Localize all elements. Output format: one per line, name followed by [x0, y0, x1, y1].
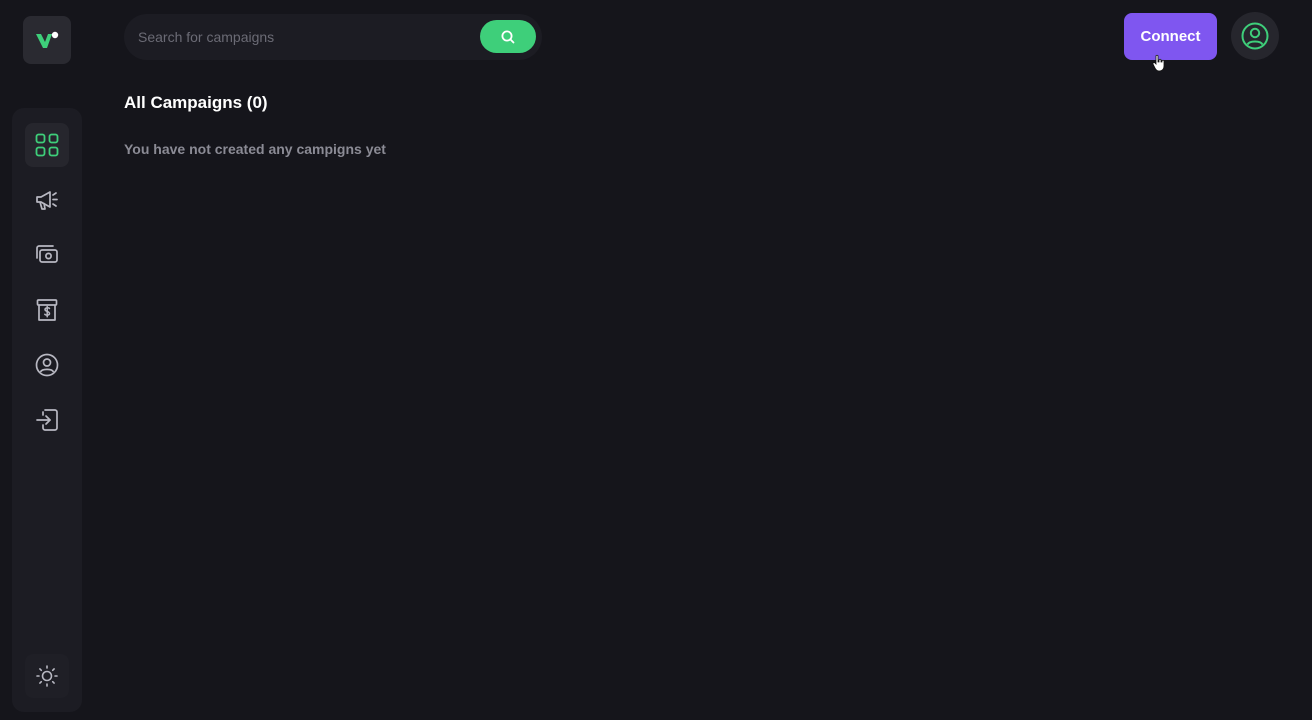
- user-circle-icon: [1241, 22, 1269, 50]
- logout-icon: [36, 409, 58, 431]
- app: Connect: [0, 0, 1312, 720]
- logo-icon: [36, 31, 59, 48]
- sidebar: [12, 108, 82, 712]
- money-icon: [36, 245, 58, 263]
- sidebar-item-store[interactable]: [25, 288, 69, 332]
- app-logo[interactable]: [23, 16, 71, 64]
- connect-button[interactable]: Connect: [1124, 13, 1217, 60]
- theme-toggle-button[interactable]: [25, 654, 69, 698]
- megaphone-icon: [36, 191, 58, 210]
- sidebar-item-payments[interactable]: [25, 233, 69, 277]
- store-dollar-icon: [36, 299, 58, 321]
- user-circle-icon: [35, 353, 59, 377]
- sun-icon: [36, 665, 58, 687]
- search-bar: [124, 14, 542, 60]
- page-title: All Campaigns (0): [124, 93, 268, 112]
- sidebar-item-profile[interactable]: [25, 343, 69, 387]
- sidebar-item-logout[interactable]: [25, 398, 69, 442]
- search-icon: [501, 30, 515, 43]
- empty-state-message: You have not created any campigns yet: [124, 141, 386, 157]
- search-button[interactable]: [480, 20, 536, 53]
- user-avatar-button[interactable]: [1231, 12, 1279, 60]
- sidebar-item-campaigns[interactable]: [25, 178, 69, 222]
- sidebar-item-dashboard[interactable]: [25, 123, 69, 167]
- dashboard-grid-icon: [35, 133, 59, 157]
